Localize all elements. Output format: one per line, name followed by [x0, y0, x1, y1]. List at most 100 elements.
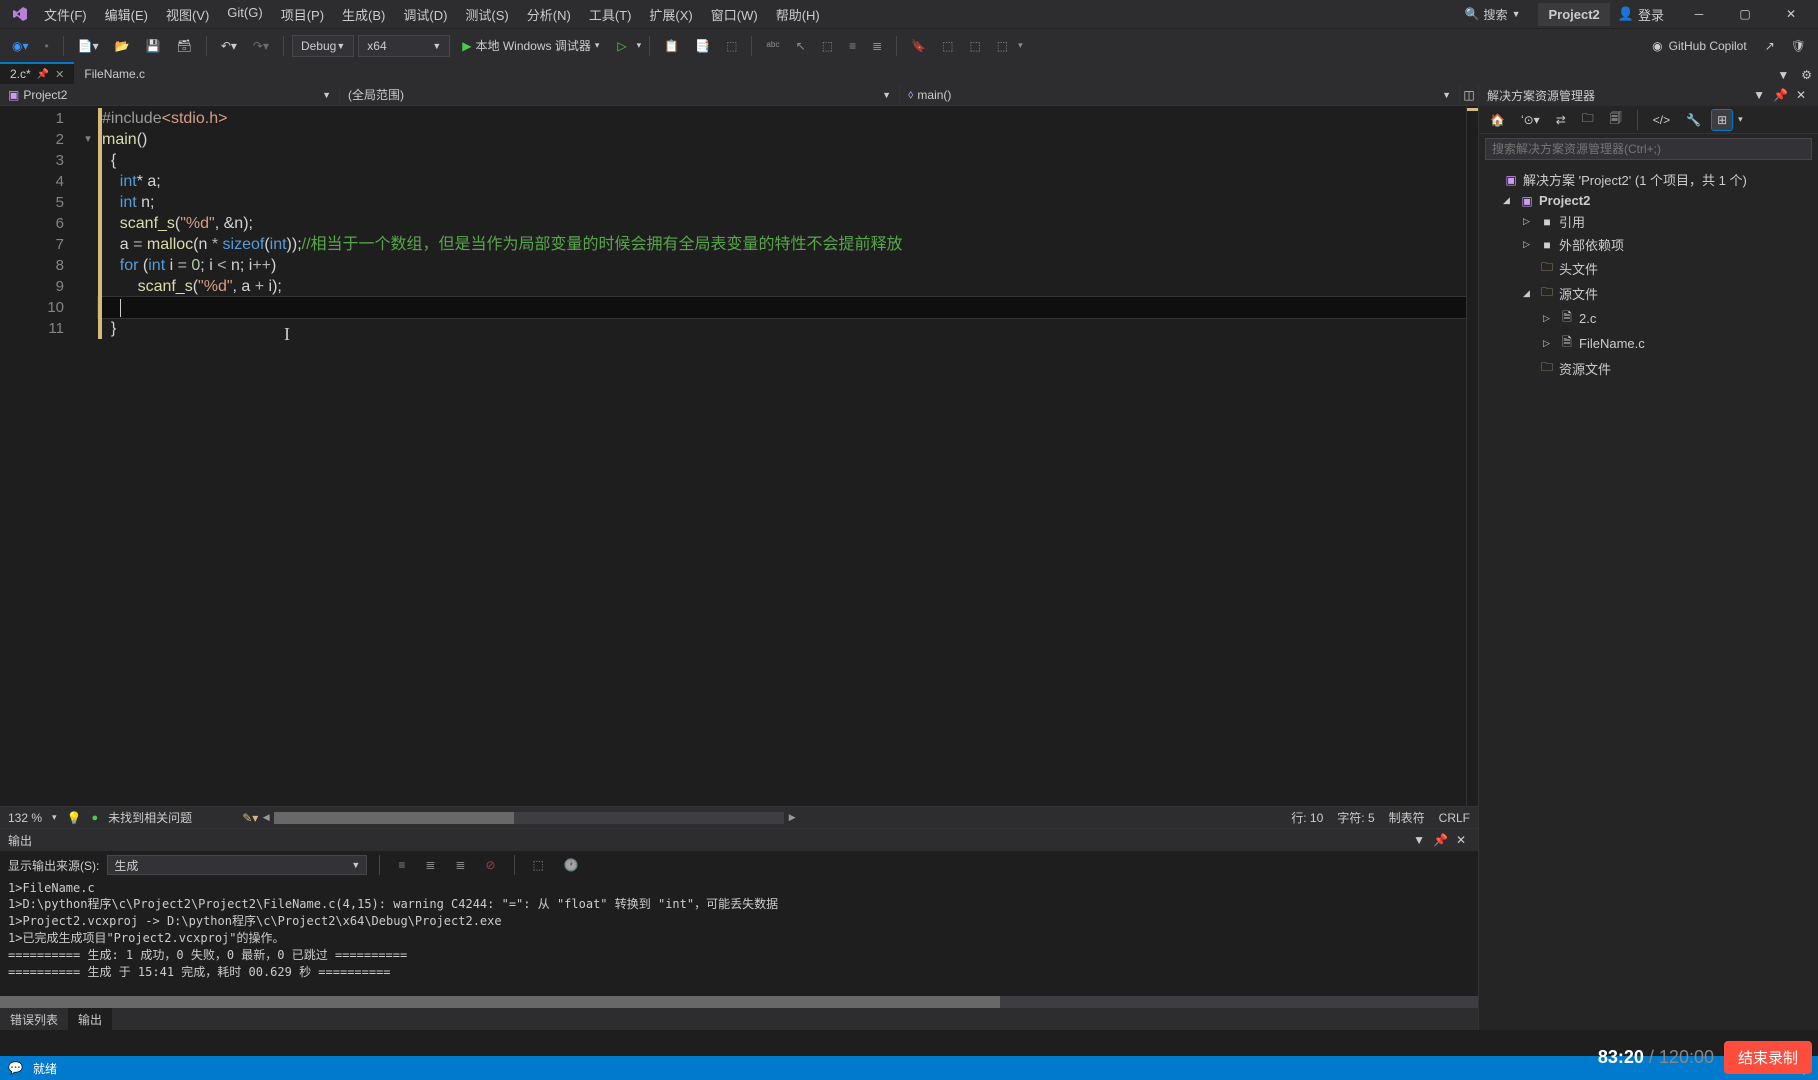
run-button[interactable]: ▶ 本地 Windows 调试器 ▾	[454, 33, 607, 58]
tree-row[interactable]: 🗀头文件	[1479, 256, 1818, 281]
menu-item[interactable]: Git(G)	[219, 1, 270, 28]
tab-error-list[interactable]: 错误列表	[0, 1008, 68, 1031]
context-scope[interactable]: (全局范围) ▼	[340, 84, 900, 105]
menu-item[interactable]: 调试(D)	[395, 1, 455, 28]
output-content[interactable]: 1>FileName.c 1>D:\python程序\c\Project2\Pr…	[0, 879, 1478, 996]
menu-item[interactable]: 编辑(E)	[97, 1, 156, 28]
menu-item[interactable]: 视图(V)	[158, 1, 217, 28]
code-line[interactable]: int* a;	[98, 171, 1466, 192]
admin-button[interactable]: 🛡	[1785, 35, 1812, 57]
output-hscrollbar[interactable]	[0, 996, 1478, 1008]
tree-row[interactable]: ▷■外部依赖项	[1479, 233, 1818, 256]
code-line[interactable]: #include<stdio.h>	[98, 108, 1466, 129]
tree-arrow-icon[interactable]: ▷	[1523, 216, 1535, 227]
bookmark-button[interactable]: 🔖	[905, 35, 932, 57]
save-all-button[interactable]: 🗃	[171, 35, 198, 57]
se-tool-4[interactable]: 🗐	[1605, 106, 1627, 133]
eol-mode[interactable]: CRLF	[1439, 811, 1470, 825]
context-member[interactable]: ⬨ main() ▼	[900, 85, 1460, 104]
panel-dropdown-button[interactable]: ▼	[1409, 831, 1429, 849]
run-no-debug-button[interactable]: ▷	[611, 35, 632, 57]
tool-button-2[interactable]: ↖	[790, 35, 812, 57]
split-editor-button[interactable]: ◫	[1460, 88, 1478, 102]
step-button-3[interactable]: ⬚	[720, 35, 743, 57]
menu-item[interactable]: 帮助(H)	[768, 1, 828, 28]
menu-item[interactable]: 测试(S)	[457, 1, 516, 28]
solution-tree[interactable]: ▣解决方案 'Project2' (1 个项目，共 1 个)◢▣Project2…	[1479, 164, 1818, 385]
editor-hscrollbar[interactable]: ◀ ▶	[274, 812, 784, 824]
menu-item[interactable]: 项目(P)	[273, 1, 332, 28]
step-button-1[interactable]: 📋	[658, 35, 685, 57]
code-line[interactable]: int n;	[98, 192, 1466, 213]
se-dropdown-button[interactable]: ▼	[1749, 86, 1769, 104]
tree-arrow-icon[interactable]: ▷	[1523, 239, 1535, 250]
step-button-2[interactable]: 📑	[689, 35, 716, 57]
tabs-settings-button[interactable]: ⚙	[1795, 66, 1818, 84]
code-line[interactable]	[98, 297, 1466, 318]
tree-row[interactable]: ◢🗀源文件	[1479, 281, 1818, 306]
new-item-button[interactable]: 📄▾	[72, 35, 105, 57]
stop-recording-button[interactable]: 结束录制	[1724, 1041, 1812, 1074]
maximize-button[interactable]: ▢	[1722, 0, 1768, 28]
se-tool-1[interactable]: ʻ⊙▾	[1516, 110, 1545, 130]
code-editor[interactable]: 1234567891011 ▾ I #include<stdio.h>main(…	[0, 106, 1478, 806]
output-tool-5[interactable]: ⬚	[527, 854, 550, 876]
code-line[interactable]: scanf_s("%d", &n);	[98, 213, 1466, 234]
tool-button-5[interactable]: ≣	[866, 35, 888, 57]
se-tool-3[interactable]: 🗀	[1577, 106, 1599, 133]
document-tab[interactable]: 2.c*📌✕	[0, 62, 74, 84]
tabs-dropdown-button[interactable]: ▼	[1771, 66, 1795, 84]
se-pin-button[interactable]: 📌	[1769, 86, 1792, 104]
tree-row[interactable]: ▣解决方案 'Project2' (1 个项目，共 1 个)	[1479, 168, 1818, 191]
login-button[interactable]: 👤 登录	[1610, 1, 1672, 28]
code-line[interactable]: scanf_s("%d", a + i);	[98, 276, 1466, 297]
code-line[interactable]: }	[98, 318, 1466, 339]
close-button[interactable]: ✕	[1768, 0, 1814, 28]
tree-arrow-icon[interactable]: ▷	[1543, 338, 1555, 349]
search-box[interactable]: 🔍 搜索 ▼	[1457, 2, 1529, 27]
document-tab[interactable]: FileName.c	[74, 63, 155, 84]
feedback-icon[interactable]: 💬	[8, 1061, 23, 1075]
menu-item[interactable]: 生成(B)	[334, 1, 393, 28]
output-tool-3[interactable]: ≣	[449, 854, 471, 876]
scroll-overview[interactable]	[1466, 106, 1478, 806]
copilot-button[interactable]: ◉ GitHub Copilot	[1644, 35, 1755, 57]
platform-dropdown[interactable]: x64▼	[358, 35, 450, 57]
redo-button[interactable]: ↷▾	[247, 35, 275, 57]
indent-mode[interactable]: 制表符	[1389, 809, 1425, 826]
tool-button-6[interactable]: ⬚	[936, 35, 959, 57]
output-tool-4[interactable]: ⊘	[479, 854, 501, 876]
nav-fwd-button[interactable]: •	[39, 35, 55, 57]
se-tool-5[interactable]: </>	[1648, 110, 1675, 130]
output-tool-6[interactable]: 🕐	[558, 854, 585, 876]
code-line[interactable]: a = malloc(n * sizeof(int));//相当于一个数组，但是…	[98, 234, 1466, 255]
tab-output[interactable]: 输出	[68, 1008, 112, 1031]
solution-name[interactable]: Project2	[1538, 3, 1609, 26]
tool-button-4[interactable]: ≡	[843, 35, 862, 57]
panel-close-button[interactable]: ✕	[1452, 831, 1470, 849]
tool-button-8[interactable]: ⬚	[991, 35, 1014, 57]
code-area[interactable]: I #include<stdio.h>main() { int* a; int …	[98, 106, 1466, 806]
code-line[interactable]: main()	[98, 129, 1466, 150]
tree-arrow-icon[interactable]: ▷	[1543, 313, 1555, 324]
lightbulb-icon[interactable]: 💡	[67, 811, 82, 825]
tree-arrow-icon[interactable]: ◢	[1503, 195, 1515, 206]
tree-row[interactable]: ▷■引用	[1479, 210, 1818, 233]
output-tool-1[interactable]: ≡	[392, 854, 411, 876]
tree-row[interactable]: ◢▣Project2	[1479, 191, 1818, 210]
tool-button-1[interactable]: ᵃᵇᶜ	[760, 35, 785, 57]
fold-column[interactable]: ▾	[78, 106, 98, 806]
open-button[interactable]: 📂	[109, 35, 136, 57]
tree-row[interactable]: ▷🗎FileName.c	[1479, 331, 1818, 356]
se-home-button[interactable]: 🏠	[1485, 110, 1510, 130]
save-button[interactable]: 💾	[140, 35, 167, 57]
code-line[interactable]: for (int i = 0; i < n; i++)	[98, 255, 1466, 276]
se-tool-6[interactable]: 🔧	[1681, 110, 1706, 130]
tree-arrow-icon[interactable]: ◢	[1523, 288, 1535, 299]
issues-label[interactable]: 未找到相关问题	[108, 809, 192, 826]
tree-row[interactable]: 🗀资源文件	[1479, 356, 1818, 381]
se-close-button[interactable]: ✕	[1792, 86, 1810, 104]
se-search-input[interactable]	[1485, 138, 1812, 160]
share-button[interactable]: ↗	[1759, 35, 1781, 57]
se-tool-2[interactable]: ⇄	[1551, 110, 1571, 130]
